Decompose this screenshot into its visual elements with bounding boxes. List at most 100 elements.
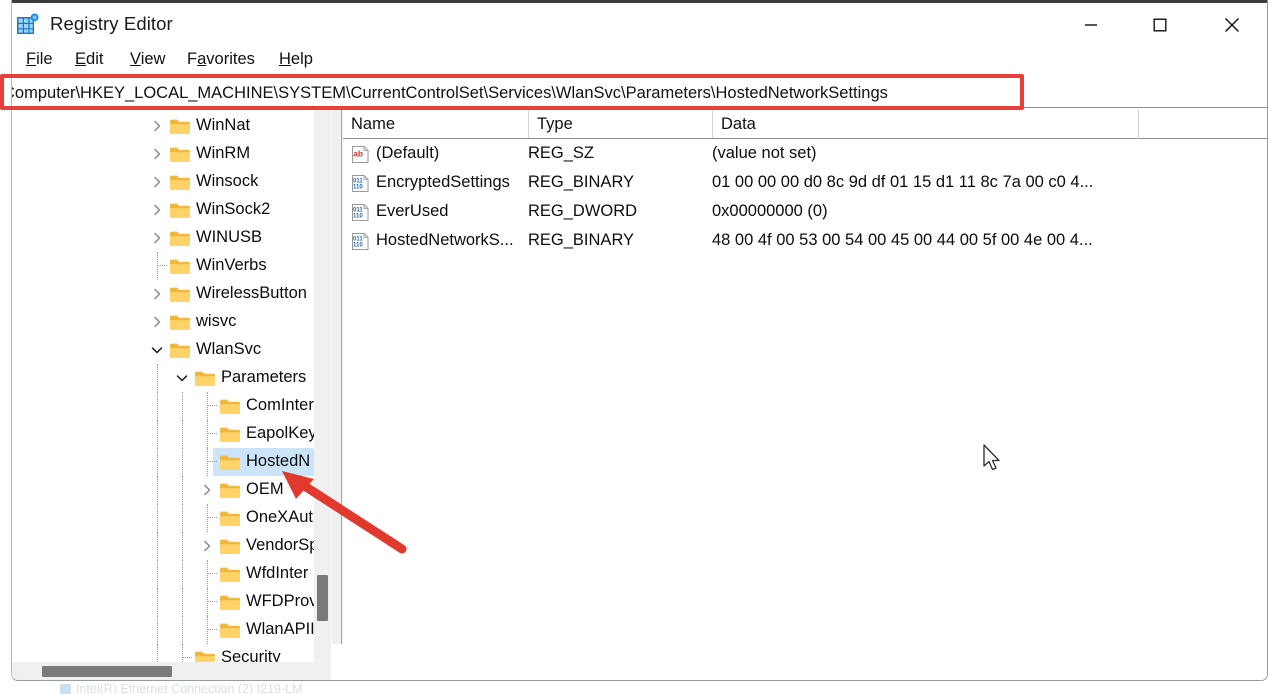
tree-item-winusb[interactable]: WINUSB [12, 224, 314, 252]
menu-file[interactable]: File [24, 50, 55, 72]
chevron-right-icon[interactable] [149, 230, 165, 246]
values-list-cell-name: (Default) [376, 144, 440, 162]
tree-item-label: WfdInter [246, 564, 309, 582]
tree-guide-line [207, 448, 208, 476]
tree-guide-line [207, 504, 208, 532]
chevron-right-icon[interactable] [199, 538, 215, 554]
values-list-row[interactable]: 011 110 HostedNetworkS... REG_BINARY 48 00 4… [343, 227, 1267, 256]
tree-item-eapolkey[interactable]: EapolKey [12, 420, 314, 448]
tree-item-wlanapii[interactable]: WlanAPII [12, 616, 314, 644]
tree-item-security[interactable]: Security [12, 644, 314, 662]
values-list-cell-data: 0x00000000 (0) [712, 202, 828, 220]
title-bar: Registry Editor [12, 3, 1267, 47]
values-list-row[interactable]: 011 110 EncryptedSettings REG_BINARY 01 00 0… [343, 169, 1267, 198]
chevron-right-icon[interactable] [149, 202, 165, 218]
tree-item-wlansvc[interactable]: WlanSvc [12, 336, 314, 364]
values-list-cell-type: REG_BINARY [528, 173, 635, 191]
pane-splitter[interactable] [331, 110, 343, 644]
tree-guide-line [182, 588, 183, 616]
tree-item-label: OEM [246, 480, 284, 498]
address-bar[interactable]: Computer\HKEY_LOCAL_MACHINE\SYSTEM\Curre… [11, 79, 1022, 108]
tree-elbow-line [208, 573, 217, 574]
tree-item-winnat[interactable]: WinNat [12, 112, 314, 140]
folder-icon [219, 566, 240, 582]
maximize-button[interactable] [1129, 3, 1191, 47]
minimize-button[interactable] [1060, 3, 1122, 47]
tree-item-wfdinter[interactable]: WfdInter [12, 560, 314, 588]
tree-item-winrm[interactable]: WinRM [12, 140, 314, 168]
chevron-down-icon[interactable] [149, 342, 165, 358]
tree-item-hostedn[interactable]: HostedN [12, 448, 314, 476]
tree-guide-line [157, 476, 158, 504]
svg-text:110: 110 [353, 213, 363, 219]
column-header-data[interactable]: Data [712, 110, 1138, 138]
close-button[interactable] [1201, 3, 1263, 47]
values-list-cell-type: REG_DWORD [528, 202, 638, 220]
binary-value-icon: 011 110 [351, 232, 370, 250]
tree-guide-line [182, 644, 183, 662]
folder-icon [169, 230, 190, 246]
column-divider[interactable] [1138, 110, 1139, 139]
tree-item-winsock[interactable]: Winsock [12, 168, 314, 196]
tree-guide-line [157, 588, 158, 616]
chevron-right-icon[interactable] [149, 118, 165, 134]
svg-text:110: 110 [353, 184, 363, 190]
folder-icon [219, 454, 240, 470]
tree-item-cominter[interactable]: ComInter [12, 392, 314, 420]
binary-value-icon: 011 110 [351, 174, 370, 192]
chevron-right-icon[interactable] [199, 482, 215, 498]
values-list-cell-data: 01 00 00 00 d0 8c 9d df 01 15 d1 11 8c 7… [712, 173, 1094, 191]
chevron-right-icon[interactable] [149, 146, 165, 162]
tree-item-onexaut[interactable]: OneXAut [12, 504, 314, 532]
background-row-text: Intel(R) Ethernet Connection (2) I219-LM [76, 682, 303, 694]
menu-view[interactable]: View [128, 50, 167, 72]
column-header-name[interactable]: Name [343, 110, 528, 138]
tree-guide-line [157, 560, 158, 588]
chevron-right-icon[interactable] [149, 174, 165, 190]
tree-vertical-scroll-thumb[interactable] [317, 575, 328, 621]
tree-item-oem[interactable]: OEM [12, 476, 314, 504]
tree-item-wirelessbutton[interactable]: WirelessButton [12, 280, 314, 308]
chevron-right-icon[interactable] [149, 314, 165, 330]
background-row-icon [60, 684, 71, 694]
tree-guide-line [182, 616, 183, 644]
tree-item-winverbs[interactable]: WinVerbs [12, 252, 314, 280]
menu-bar: File Edit View Favorites Help [12, 47, 1267, 75]
tree-vertical-scrollbar[interactable] [314, 110, 331, 662]
tree-item-wfdprov[interactable]: WFDProv [12, 588, 314, 616]
tree-guide-line [157, 364, 158, 392]
values-list-row[interactable]: ab (Default) REG_SZ (value not set) [343, 140, 1267, 169]
svg-text:ab: ab [353, 149, 363, 159]
binary-value-icon: 011 110 [351, 203, 370, 221]
folder-icon [169, 174, 190, 190]
tree-elbow-line [158, 265, 167, 266]
tree-guide-line [157, 644, 158, 662]
address-bar-value: Computer\HKEY_LOCAL_MACHINE\SYSTEM\Curre… [11, 83, 888, 102]
menu-favorites[interactable]: Favorites [185, 50, 257, 72]
tree-item-label: WinVerbs [196, 256, 267, 274]
column-header-type[interactable]: Type [528, 110, 712, 138]
chevron-right-icon[interactable] [149, 286, 165, 302]
folder-icon [169, 258, 190, 274]
tree-guide-line [182, 476, 183, 504]
tree-guide-line [182, 448, 183, 476]
chevron-down-icon[interactable] [174, 370, 190, 386]
folder-icon [219, 594, 240, 610]
values-list-row[interactable]: 011 110 EverUsed REG_DWORD 0x00000000 (0) [343, 198, 1267, 227]
registry-tree[interactable]: WinNat WinRM Winsock WinSock2 WINUSB WinVerbs… [12, 110, 314, 662]
tree-horizontal-scroll-thumb[interactable] [42, 666, 172, 677]
tree-elbow-line [208, 461, 217, 462]
tree-item-winsock2[interactable]: WinSock2 [12, 196, 314, 224]
tree-item-parameters[interactable]: Parameters [12, 364, 314, 392]
tree-item-vendorsp[interactable]: VendorSp [12, 532, 314, 560]
tree-item-wisvc[interactable]: wisvc [12, 308, 314, 336]
tree-guide-line [207, 420, 208, 448]
values-list[interactable]: Name Type Data ab (Default) REG_SZ (value n… [343, 110, 1267, 680]
folder-icon [169, 314, 190, 330]
values-list-cell-type: REG_BINARY [528, 231, 635, 249]
menu-edit[interactable]: Edit [73, 50, 105, 72]
address-bar-filler [1022, 79, 1267, 108]
tree-elbow-line [208, 433, 217, 434]
tree-horizontal-scrollbar[interactable] [12, 662, 331, 680]
menu-help[interactable]: Help [277, 50, 315, 72]
